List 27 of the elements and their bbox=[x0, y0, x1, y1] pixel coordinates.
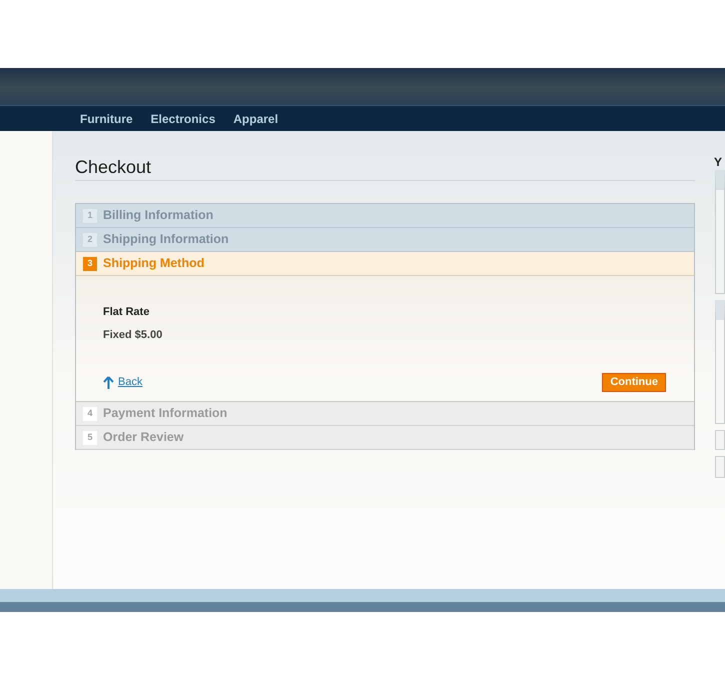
step-number: 3 bbox=[83, 256, 97, 270]
sidebar-box bbox=[715, 456, 725, 478]
back-link[interactable]: Back bbox=[103, 374, 142, 391]
step-header[interactable]: 2 Shipping Information bbox=[76, 228, 694, 252]
step-header[interactable]: 1 Billing Information bbox=[76, 204, 694, 228]
step-title: Billing Information bbox=[103, 207, 214, 224]
sidebar-box bbox=[715, 430, 725, 450]
continue-button[interactable]: Continue bbox=[602, 373, 666, 392]
shipping-method-price: Fixed $5.00 bbox=[103, 328, 164, 342]
step-title: Shipping Information bbox=[103, 231, 229, 248]
nav-link[interactable]: Apparel bbox=[233, 110, 278, 128]
step-number: 2 bbox=[83, 232, 97, 246]
step-title: Payment Information bbox=[103, 405, 228, 422]
page-title: Checkout bbox=[75, 156, 695, 181]
step-number: 5 bbox=[83, 430, 97, 444]
shipping-method-title: Flat Rate bbox=[103, 305, 150, 320]
step-header[interactable]: 3 Shipping Method bbox=[76, 252, 694, 276]
step-title: Shipping Method bbox=[103, 255, 204, 272]
sidebar-heading: Y bbox=[713, 155, 724, 169]
step-title: Order Review bbox=[103, 429, 184, 446]
nav-link[interactable]: Furniture bbox=[80, 110, 133, 128]
step-header[interactable]: 5 Order Review bbox=[76, 426, 694, 450]
step-header[interactable]: 4 Payment Information bbox=[76, 402, 694, 426]
up-arrow-icon bbox=[103, 376, 114, 389]
step-number: 1 bbox=[83, 208, 97, 222]
nav-link[interactable]: Electronics bbox=[150, 110, 216, 128]
step-number: 4 bbox=[83, 406, 97, 420]
